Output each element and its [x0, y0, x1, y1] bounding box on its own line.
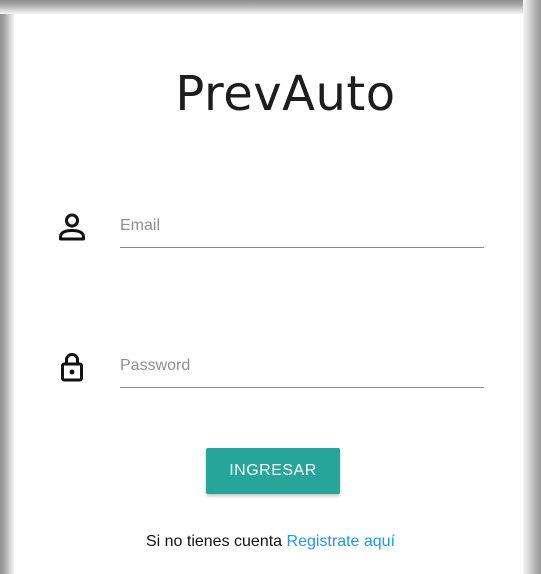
- password-input[interactable]: [120, 344, 484, 388]
- person-icon: [59, 213, 85, 241]
- email-input[interactable]: [120, 204, 484, 248]
- lock-icon: [61, 352, 83, 382]
- window-shadow-top: [0, 0, 541, 14]
- register-link[interactable]: Registrate aquí: [287, 533, 396, 550]
- email-row: [56, 204, 486, 254]
- screen: PrevAuto INGRESAR Si no tienes cuenta Re…: [0, 0, 541, 574]
- register-prompt-text: Si no tienes cuenta: [145, 533, 283, 550]
- window-shadow-right: [523, 0, 541, 574]
- password-row: [56, 344, 486, 394]
- login-button[interactable]: INGRESAR: [206, 448, 340, 494]
- app-title-text: PrevAuto: [175, 66, 396, 122]
- app-title: PrevAuto: [18, 66, 523, 122]
- window-shadow-left: [0, 0, 14, 574]
- register-prompt: Si no tienes cuenta Registrate aquí: [18, 533, 523, 551]
- login-card: PrevAuto INGRESAR Si no tienes cuenta Re…: [18, 18, 523, 574]
